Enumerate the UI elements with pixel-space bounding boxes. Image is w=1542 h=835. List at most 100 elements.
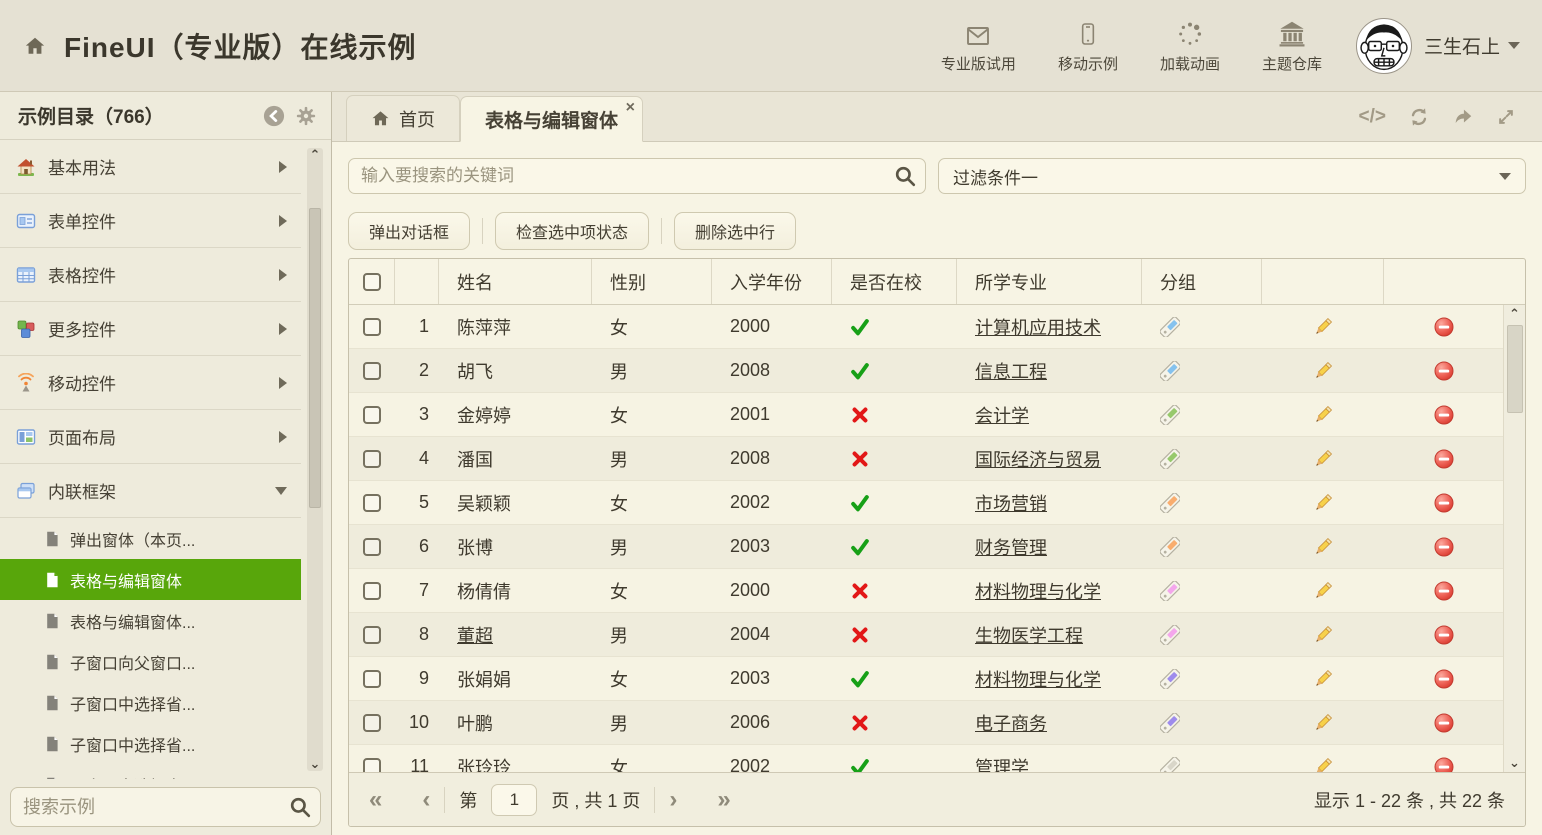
tag-icon[interactable] xyxy=(1160,449,1180,469)
major-link[interactable]: 市场营销 xyxy=(975,490,1047,516)
table-row[interactable]: 1 陈萍萍 女 2000 计算机应用技术 xyxy=(349,305,1503,349)
table-row[interactable]: 7 杨倩倩 女 2000 材料物理与化学 xyxy=(349,569,1503,613)
sidebar-item-form[interactable]: 表单控件 xyxy=(0,194,301,248)
scrollbar-thumb[interactable] xyxy=(1507,325,1523,413)
table-row[interactable]: 10 叶鹏 男 2006 电子商务 xyxy=(349,701,1503,745)
sidebar-item-basic[interactable]: 基本用法 xyxy=(0,140,301,194)
prev-page-icon[interactable]: ‹ xyxy=(422,788,430,812)
tag-icon[interactable] xyxy=(1160,361,1180,381)
row-checkbox[interactable] xyxy=(363,406,381,424)
row-checkbox[interactable] xyxy=(363,670,381,688)
edit-pencil-icon[interactable] xyxy=(1313,405,1333,425)
nav-themes[interactable]: 主题仓库 xyxy=(1262,18,1322,74)
scrollbar-thumb[interactable] xyxy=(309,208,321,508)
delete-selected-button[interactable]: 删除选中行 xyxy=(674,212,796,250)
tag-icon[interactable] xyxy=(1160,625,1180,645)
table-row[interactable]: 4 潘国 男 2008 国际经济与贸易 xyxy=(349,437,1503,481)
delete-row-icon[interactable] xyxy=(1434,537,1454,557)
major-link[interactable]: 电子商务 xyxy=(975,710,1047,736)
page-number-input[interactable] xyxy=(491,784,537,816)
collapse-sidebar-icon[interactable] xyxy=(263,105,285,127)
major-link[interactable]: 国际经济与贸易 xyxy=(975,446,1101,472)
tag-icon[interactable] xyxy=(1160,493,1180,513)
edit-pencil-icon[interactable] xyxy=(1313,317,1333,337)
sidebar-subitem-select-province-2[interactable]: 子窗口中选择省... xyxy=(0,723,301,764)
table-scrollbar[interactable]: ⌃ ⌄ xyxy=(1503,305,1525,772)
edit-pencil-icon[interactable] xyxy=(1313,713,1333,733)
sidebar-item-grid[interactable]: 表格控件 xyxy=(0,248,301,302)
edit-pencil-icon[interactable] xyxy=(1313,537,1333,557)
sidebar-item-mobile[interactable]: 移动控件 xyxy=(0,356,301,410)
sidebar-item-layout[interactable]: 页面布局 xyxy=(0,410,301,464)
row-checkbox[interactable] xyxy=(363,450,381,468)
tag-icon[interactable] xyxy=(1160,537,1180,557)
share-icon[interactable] xyxy=(1452,106,1474,128)
edit-pencil-icon[interactable] xyxy=(1313,361,1333,381)
edit-pencil-icon[interactable] xyxy=(1313,669,1333,689)
sidebar-subitem-popup-window[interactable]: 弹出窗体（本页... xyxy=(0,518,301,559)
table-row[interactable]: 8 董超 男 2004 生物医学工程 xyxy=(349,613,1503,657)
open-dialog-button[interactable]: 弹出对话框 xyxy=(348,212,470,250)
delete-row-icon[interactable] xyxy=(1434,317,1454,337)
student-name-link[interactable]: 董超 xyxy=(457,622,493,648)
search-icon[interactable] xyxy=(894,165,916,187)
brand[interactable]: FineUI（专业版）在线示例 xyxy=(24,26,417,66)
edit-pencil-icon[interactable] xyxy=(1313,757,1333,773)
last-page-icon[interactable]: » xyxy=(717,788,730,812)
scroll-up-icon[interactable]: ⌃ xyxy=(310,148,321,162)
sidebar-subitem-grid-edit-window2[interactable]: 表格与编辑窗体... xyxy=(0,600,301,641)
first-page-icon[interactable]: « xyxy=(369,788,382,812)
row-checkbox[interactable] xyxy=(363,318,381,336)
delete-row-icon[interactable] xyxy=(1434,713,1454,733)
sidebar-subitem-grid-edit-window[interactable]: 表格与编辑窗体 xyxy=(0,559,301,600)
edit-pencil-icon[interactable] xyxy=(1313,625,1333,645)
delete-row-icon[interactable] xyxy=(1434,361,1454,381)
major-link[interactable]: 生物医学工程 xyxy=(975,622,1083,648)
keyword-search-input[interactable] xyxy=(348,158,926,194)
row-checkbox[interactable] xyxy=(363,626,381,644)
delete-row-icon[interactable] xyxy=(1434,581,1454,601)
delete-row-icon[interactable] xyxy=(1434,405,1454,425)
table-row[interactable]: 6 张博 男 2003 财务管理 xyxy=(349,525,1503,569)
row-checkbox[interactable] xyxy=(363,538,381,556)
nav-mobile[interactable]: 移动示例 xyxy=(1058,18,1118,74)
tab-grid-edit-window[interactable]: 表格与编辑窗体 × xyxy=(460,96,643,142)
delete-row-icon[interactable] xyxy=(1434,449,1454,469)
sidebar-subitem-child-to-parent[interactable]: 子窗口向父窗口... xyxy=(0,641,301,682)
major-link[interactable]: 材料物理与化学 xyxy=(975,666,1101,692)
delete-row-icon[interactable] xyxy=(1434,625,1454,645)
tag-icon[interactable] xyxy=(1160,669,1180,689)
delete-row-icon[interactable] xyxy=(1434,493,1454,513)
row-checkbox[interactable] xyxy=(363,494,381,512)
scroll-up-icon[interactable]: ⌃ xyxy=(1509,307,1520,321)
table-row[interactable]: 2 胡飞 男 2008 信息工程 xyxy=(349,349,1503,393)
sidebar-search-input[interactable] xyxy=(10,787,321,827)
sidebar-item-more[interactable]: 更多控件 xyxy=(0,302,301,356)
check-selected-button[interactable]: 检查选中项状态 xyxy=(495,212,649,250)
scroll-down-icon[interactable]: ⌄ xyxy=(1509,756,1520,770)
next-page-icon[interactable]: › xyxy=(669,788,677,812)
search-icon[interactable] xyxy=(289,796,311,818)
edit-pencil-icon[interactable] xyxy=(1313,493,1333,513)
row-checkbox[interactable] xyxy=(363,362,381,380)
delete-row-icon[interactable] xyxy=(1434,757,1454,773)
major-link[interactable]: 计算机应用技术 xyxy=(975,314,1101,340)
major-link[interactable]: 会计学 xyxy=(975,402,1029,428)
user-menu[interactable]: 三生石上 xyxy=(1424,32,1520,59)
close-icon[interactable]: × xyxy=(626,100,635,116)
source-code-icon[interactable]: </> xyxy=(1359,106,1386,128)
row-checkbox[interactable] xyxy=(363,758,381,773)
sidebar-subitem-select-province-3[interactable]: 子窗口中选择省 xyxy=(0,764,301,779)
table-row-partial[interactable]: 11 张玲玲 女 2002 管理学 xyxy=(349,745,1503,772)
expand-icon[interactable] xyxy=(1496,107,1516,127)
major-link[interactable]: 财务管理 xyxy=(975,534,1047,560)
gear-icon[interactable] xyxy=(295,105,317,127)
nav-trial[interactable]: 专业版试用 xyxy=(941,18,1016,74)
tag-icon[interactable] xyxy=(1160,757,1180,773)
select-all-checkbox[interactable] xyxy=(363,273,381,291)
nav-loading[interactable]: 加载动画 xyxy=(1160,18,1220,74)
row-checkbox[interactable] xyxy=(363,582,381,600)
major-link[interactable]: 材料物理与化学 xyxy=(975,578,1101,604)
table-row[interactable]: 5 吴颖颖 女 2002 市场营销 xyxy=(349,481,1503,525)
major-link[interactable]: 管理学 xyxy=(975,754,1029,773)
